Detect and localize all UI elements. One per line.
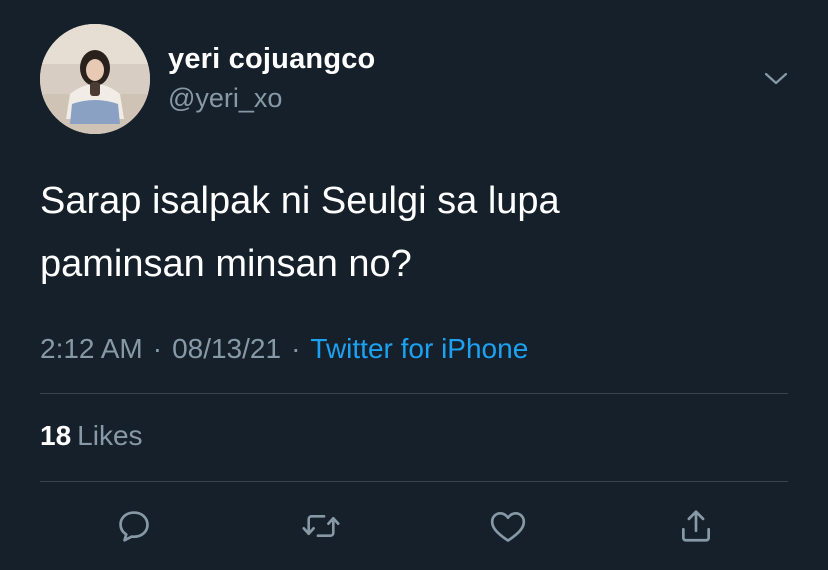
chevron-down-icon (764, 72, 788, 85)
tweet-time: 2:12 AM (40, 333, 143, 364)
avatar[interactable] (40, 24, 150, 134)
tweet-date: 08/13/21 (172, 333, 282, 364)
more-options-button[interactable] (760, 66, 792, 92)
likes-stat[interactable]: 18 Likes (40, 420, 143, 452)
retweet-button[interactable] (301, 506, 341, 546)
meta-separator: · (291, 333, 301, 364)
user-handle[interactable]: @yeri_xo (168, 83, 282, 114)
share-button[interactable] (676, 506, 716, 546)
tweet-meta: 2:12 AM · 08/13/21 · Twitter for iPhone (40, 333, 528, 365)
retweet-icon (302, 515, 340, 537)
display-name[interactable]: yeri cojuangco (168, 43, 375, 76)
reply-button[interactable] (114, 506, 154, 546)
like-button[interactable] (488, 506, 528, 546)
heart-icon (490, 511, 526, 542)
likes-count: 18 (40, 420, 72, 451)
divider (40, 481, 788, 482)
divider (40, 393, 788, 394)
meta-separator: · (152, 333, 163, 364)
tweet-detail: yeri cojuangco @yeri_xo Sarap isalpak ni… (0, 0, 828, 570)
likes-label: Likes (77, 420, 143, 451)
share-icon (681, 510, 711, 542)
tweet-text: Sarap isalpak ni Seulgi sa lupa paminsan… (40, 180, 560, 285)
reply-icon (119, 511, 149, 542)
avatar-photo (40, 24, 150, 134)
tweet-source-link[interactable]: Twitter for iPhone (310, 333, 528, 364)
